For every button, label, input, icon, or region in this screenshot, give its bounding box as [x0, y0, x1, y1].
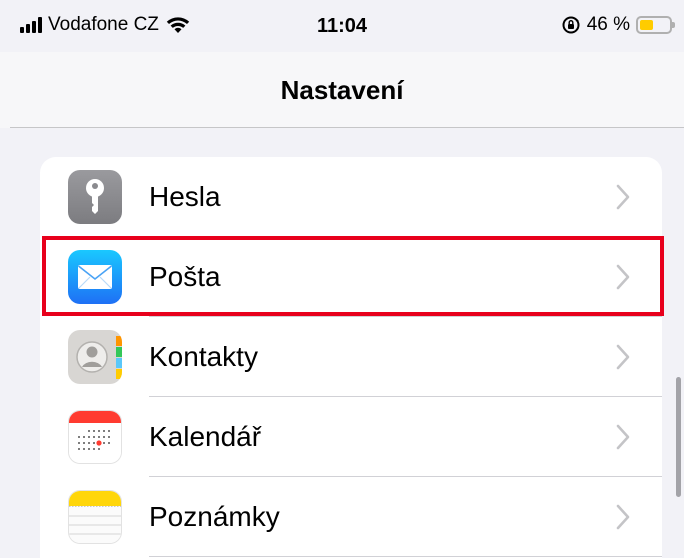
rotation-lock-icon — [562, 16, 580, 34]
status-right: 46 % — [561, 14, 675, 36]
chevron-right-icon — [616, 344, 630, 370]
notes-icon — [68, 490, 122, 544]
settings-row-label: Poznámky — [149, 501, 280, 532]
chevron-right-icon — [616, 184, 630, 210]
nav-divider — [10, 127, 684, 128]
status-bar: Vodafone CZ 11:04 46 % — [0, 0, 684, 52]
settings-row-hesla[interactable]: Hesla — [40, 157, 662, 237]
settings-row-label: Kalendář — [149, 421, 262, 452]
settings-row-label: Hesla — [149, 181, 221, 212]
key-icon — [68, 170, 122, 224]
contacts-icon — [68, 330, 122, 384]
navigation-bar: Nastavení — [0, 52, 684, 128]
scroll-indicator[interactable] — [676, 377, 681, 497]
settings-group: Hesla Pošta Kontakty Kalendář Poznámky — [40, 157, 662, 558]
calendar-icon — [68, 410, 122, 464]
page-title: Nastavení — [280, 74, 404, 105]
battery-percent: 46 % — [586, 14, 630, 35]
settings-row-label: Pošta — [149, 261, 221, 292]
battery-fill — [640, 20, 653, 30]
chevron-right-icon — [616, 264, 630, 290]
chevron-right-icon — [616, 424, 630, 450]
settings-row-poznamky[interactable]: Poznámky — [40, 477, 662, 557]
settings-row-kontakty[interactable]: Kontakty — [40, 317, 662, 397]
row-separator — [149, 556, 662, 557]
settings-row-kalendar[interactable]: Kalendář — [40, 397, 662, 477]
settings-row-posta[interactable]: Pošta — [40, 237, 662, 317]
battery-icon — [636, 16, 675, 34]
chevron-right-icon — [616, 504, 630, 530]
mail-icon — [68, 250, 122, 304]
settings-row-label: Kontakty — [149, 341, 258, 372]
